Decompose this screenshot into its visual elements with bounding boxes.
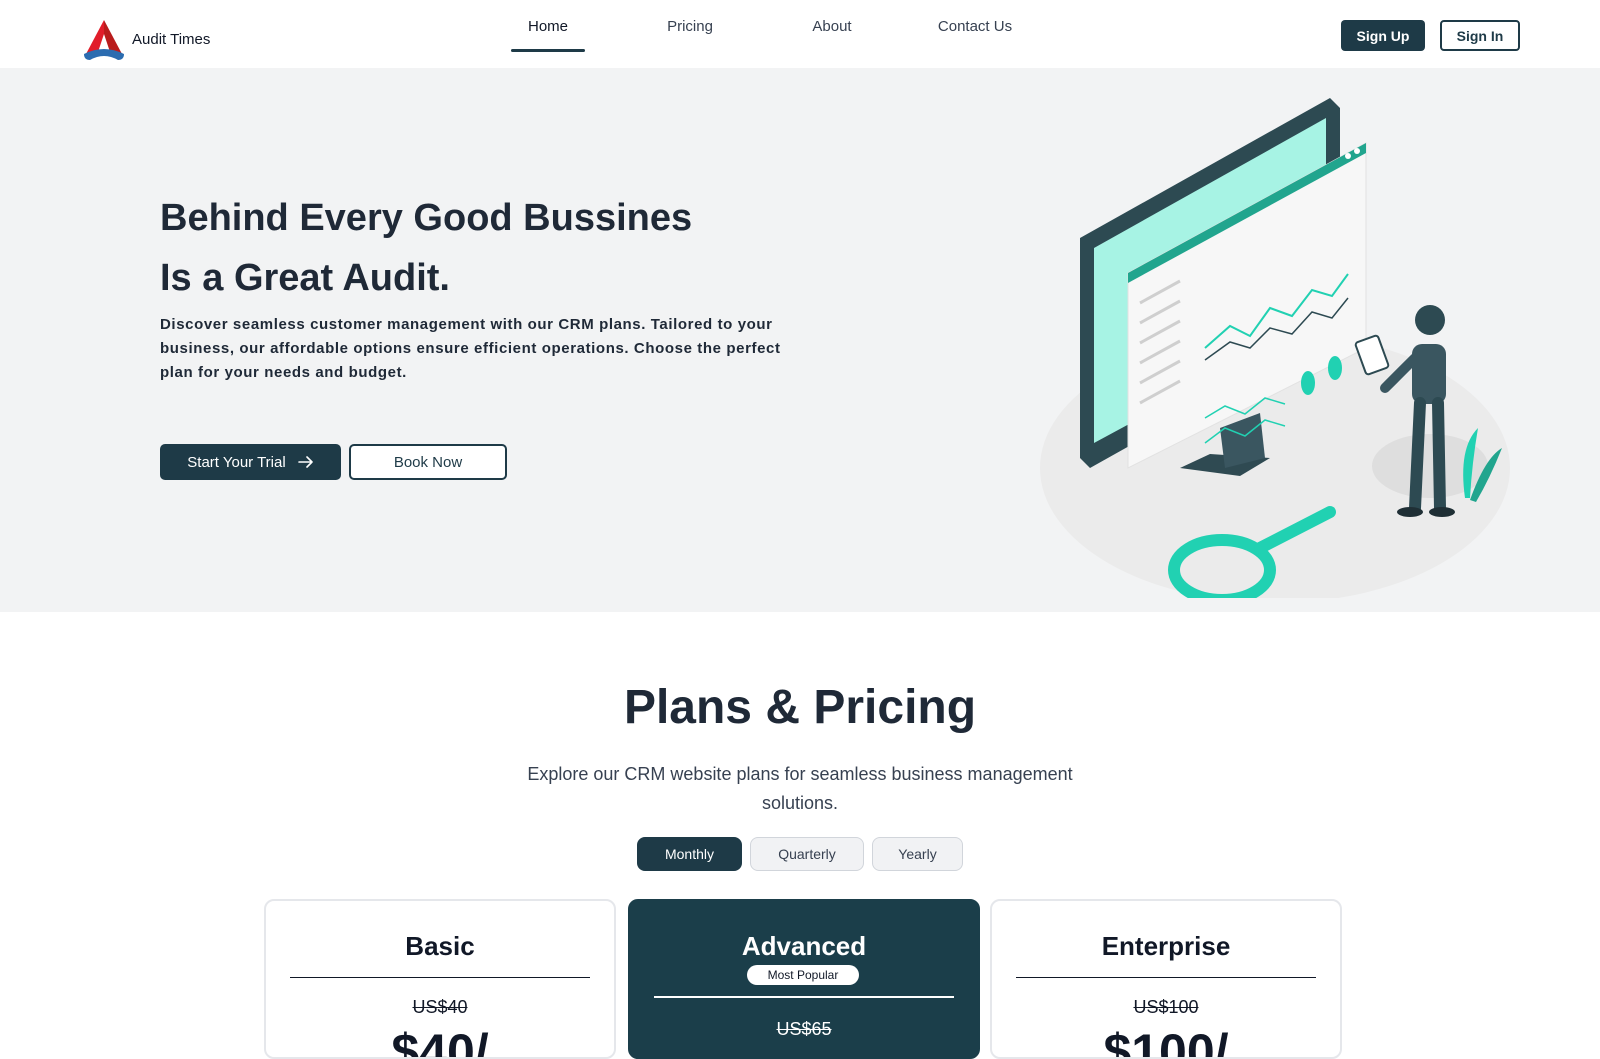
- audit-times-logo-icon: [84, 20, 124, 60]
- card-divider: [290, 977, 590, 978]
- brand-logo[interactable]: Audit Times: [82, 18, 210, 60]
- nav-pricing[interactable]: Pricing: [653, 0, 727, 52]
- sign-in-button[interactable]: Sign In: [1440, 20, 1520, 51]
- start-trial-button[interactable]: Start Your Trial: [160, 444, 341, 480]
- plans-title: Plans & Pricing: [623, 681, 977, 734]
- period-toggle-monthly[interactable]: Monthly: [637, 837, 742, 871]
- nav-about[interactable]: About: [795, 0, 869, 52]
- start-trial-label: Start Your Trial: [187, 453, 286, 471]
- top-navbar: Audit Times Home Pricing About Contact U…: [0, 0, 1600, 68]
- plan-card-advanced[interactable]: Advanced Most Popular US$65: [628, 899, 980, 1059]
- nav-home[interactable]: Home: [511, 0, 585, 52]
- card-divider: [1016, 977, 1316, 978]
- hero-description: Discover seamless customer management wi…: [160, 316, 781, 381]
- plan-price: $40/: [391, 1024, 489, 1059]
- plan-old-price: US$100: [1133, 997, 1199, 1017]
- plan-old-price: US$65: [776, 1019, 832, 1039]
- period-toggle-quarterly[interactable]: Quarterly: [750, 837, 864, 871]
- plan-name: Enterprise: [1101, 931, 1231, 961]
- most-popular-badge: Most Popular: [747, 965, 859, 985]
- book-now-button[interactable]: Book Now: [349, 444, 507, 480]
- card-divider: [654, 996, 954, 998]
- plan-name: Basic: [405, 931, 475, 961]
- hero-title-line-1: Behind Every Good Bussines: [160, 197, 693, 239]
- plan-price: $100/: [1103, 1024, 1229, 1059]
- plan-card-enterprise[interactable]: Enterprise US$100 $100/: [990, 899, 1342, 1059]
- plan-old-price: US$40: [412, 997, 468, 1017]
- plan-name: Advanced: [741, 931, 867, 961]
- hero-title: Behind Every Good Bussines Is a Great Au…: [160, 188, 840, 308]
- period-toggle-yearly[interactable]: Yearly: [872, 837, 963, 871]
- sign-up-button[interactable]: Sign Up: [1341, 20, 1425, 51]
- brand-name: Audit Times: [132, 30, 211, 48]
- nav-contact-us[interactable]: Contact Us: [925, 0, 1025, 52]
- hero-section: Behind Every Good Bussines Is a Great Au…: [0, 68, 1600, 612]
- analytics-dashboard-illustration: [1040, 98, 1510, 598]
- main-nav: Home Pricing About Contact Us: [500, 0, 1025, 68]
- plans-subtitle: Explore our CRM website plans for seamle…: [527, 764, 1073, 813]
- hero-title-line-2: Is a Great Audit.: [160, 257, 450, 299]
- plan-card-basic[interactable]: Basic US$40 $40/: [264, 899, 616, 1059]
- arrow-right-icon: [297, 456, 313, 468]
